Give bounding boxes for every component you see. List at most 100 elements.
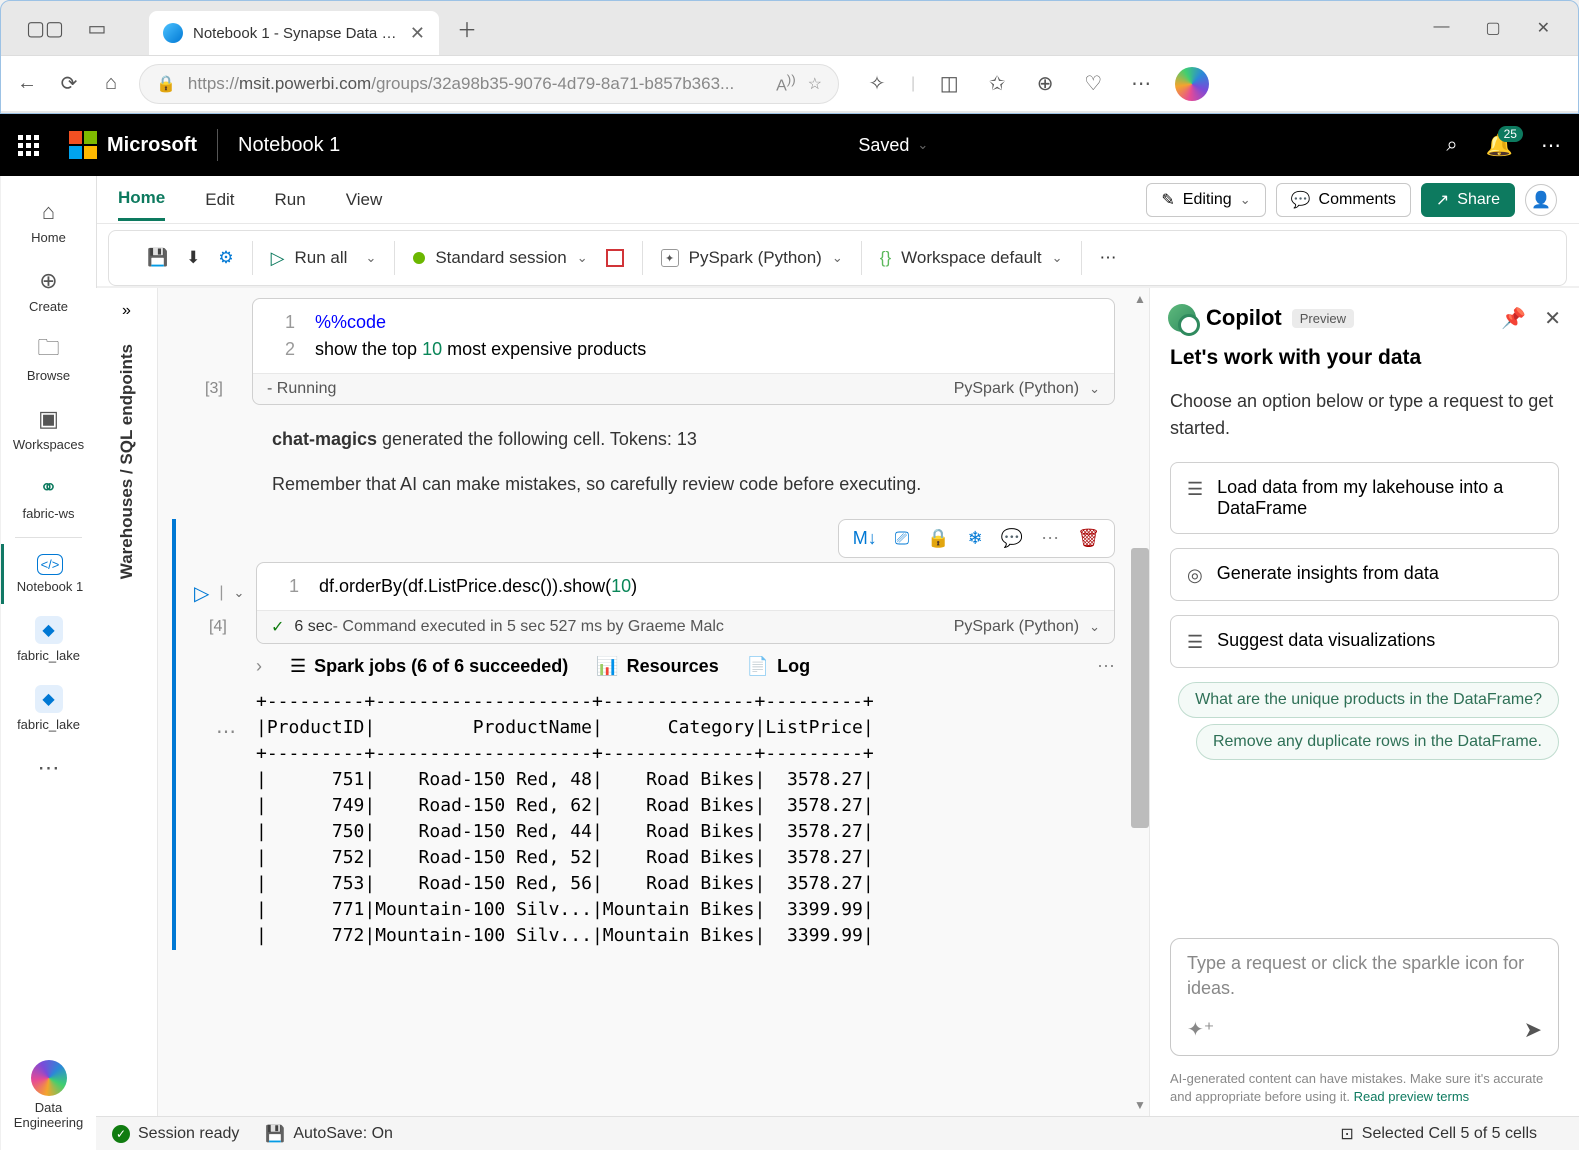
- rail-create[interactable]: ⊕Create: [1, 257, 96, 324]
- collections-icon[interactable]: ⊕: [1031, 70, 1059, 98]
- favorites-icon[interactable]: ✩: [983, 70, 1011, 98]
- rail-workspaces[interactable]: ▣Workspaces: [1, 395, 96, 462]
- persona-icon[interactable]: 👤: [1525, 184, 1557, 216]
- window-close-icon[interactable]: ✕: [1537, 18, 1550, 38]
- resources-tab[interactable]: 📊Resources: [596, 656, 718, 677]
- rail-more[interactable]: ⋯: [1, 744, 96, 792]
- cell-language-selector-2[interactable]: PySpark (Python)⌄: [954, 618, 1100, 636]
- address-bar[interactable]: 🔒 https://msit.powerbi.com/groups/32a98b…: [139, 64, 839, 104]
- language-dropdown[interactable]: ✦PySpark (Python)⌄: [661, 248, 843, 268]
- notifications-icon[interactable]: 🔔 25: [1486, 132, 1513, 158]
- tab-view[interactable]: View: [346, 180, 383, 220]
- send-icon[interactable]: ➤: [1524, 1017, 1542, 1043]
- save-icon[interactable]: 💾: [147, 248, 168, 268]
- close-panel-icon[interactable]: ✕: [1544, 306, 1561, 331]
- tab-edit[interactable]: Edit: [205, 180, 234, 220]
- side-panel-label: Warehouses / SQL endpoints: [117, 344, 137, 579]
- sparkle-icon[interactable]: ✦⁺: [1187, 1017, 1214, 1042]
- rail-browse[interactable]: 🗀Browse: [1, 326, 96, 393]
- toolbar-more-icon[interactable]: ⋯: [1100, 248, 1117, 268]
- settings-icon[interactable]: ⚙: [218, 248, 233, 268]
- editing-button[interactable]: ✎Editing⌄: [1146, 183, 1265, 217]
- url-text: https://msit.powerbi.com/groups/32a98b35…: [188, 74, 764, 94]
- workspaces-icon[interactable]: ▢▢: [31, 14, 59, 42]
- cell-language-selector[interactable]: PySpark (Python)⌄: [954, 380, 1100, 398]
- preview-terms-link[interactable]: Read preview terms: [1354, 1089, 1470, 1104]
- tab-home[interactable]: Home: [118, 178, 165, 221]
- delete-icon[interactable]: 🗑: [1077, 528, 1100, 549]
- run-all-chevron-icon[interactable]: ⌄: [365, 250, 376, 266]
- tab-overview-icon[interactable]: ▭: [83, 14, 111, 42]
- run-all-button[interactable]: ▷Run all: [271, 248, 348, 269]
- option-load-data[interactable]: ☰Load data from my lakehouse into a Data…: [1170, 462, 1559, 534]
- close-icon[interactable]: ✕: [410, 23, 425, 44]
- code-cell-2[interactable]: M↓ ⎚ 🔒 ❄ 💬 ⋯ 🗑 ▷ | ⌄ 1df.orderBy(df.List…: [172, 519, 1115, 950]
- run-menu-chevron-icon[interactable]: ⌄: [234, 585, 245, 601]
- option-suggest-viz[interactable]: ☰Suggest data visualizations: [1170, 615, 1559, 668]
- copilot-browser-icon[interactable]: [1175, 67, 1209, 101]
- side-panel-collapsed[interactable]: » Warehouses / SQL endpoints: [96, 288, 158, 1116]
- freeze-icon[interactable]: ❄: [968, 528, 983, 549]
- lock-icon: 🔒: [156, 74, 176, 94]
- rail-fabric-lake-1[interactable]: ◆fabric_lake: [1, 606, 96, 673]
- comment-icon[interactable]: 💬: [1001, 528, 1023, 549]
- rail-data-engineering[interactable]: Data Engineering: [1, 1050, 96, 1150]
- markdown-icon[interactable]: M↓: [853, 528, 877, 549]
- microsoft-logo-icon: [69, 131, 97, 159]
- copilot-input[interactable]: Type a request or click the sparkle icon…: [1170, 938, 1559, 1056]
- run-cell-button[interactable]: ▷: [194, 581, 209, 606]
- rail-home[interactable]: ⌂Home: [1, 188, 96, 255]
- rail-notebook1[interactable]: </>Notebook 1: [1, 544, 96, 604]
- split-icon[interactable]: ◫: [935, 70, 963, 98]
- clear-output-icon[interactable]: ⎚: [895, 528, 909, 549]
- maximize-icon[interactable]: ▢: [1485, 18, 1500, 38]
- cell-more-icon[interactable]: ⋯: [1041, 528, 1059, 549]
- comments-button[interactable]: 💬Comments: [1276, 183, 1411, 217]
- expand-icon[interactable]: »: [122, 302, 131, 320]
- brand-text: Microsoft: [107, 134, 197, 157]
- log-tab[interactable]: 📄Log: [747, 656, 810, 677]
- refresh-button[interactable]: ⟳: [55, 70, 83, 98]
- rail-fabric-ws[interactable]: ⚭fabric-ws: [1, 464, 96, 531]
- cell-index: [3]: [205, 380, 223, 398]
- favorite-icon[interactable]: ☆: [808, 74, 822, 94]
- share-button[interactable]: ↗Share: [1421, 183, 1515, 217]
- lock-icon[interactable]: 🔒: [927, 528, 949, 549]
- extensions-icon[interactable]: ✧: [863, 70, 891, 98]
- save-status[interactable]: Saved⌄: [858, 135, 928, 156]
- scrollbar-thumb[interactable]: [1131, 548, 1149, 828]
- environment-dropdown[interactable]: {}Workspace default⌄: [880, 248, 1063, 268]
- more-icon[interactable]: ⋯: [1127, 70, 1155, 98]
- pin-icon[interactable]: 📌: [1501, 306, 1526, 331]
- new-tab-button[interactable]: ＋: [457, 14, 477, 43]
- minimize-icon[interactable]: —: [1433, 18, 1449, 38]
- tab-run[interactable]: Run: [275, 180, 306, 220]
- code-cell-1[interactable]: 1%%code 2show the top 10 most expensive …: [252, 298, 1115, 405]
- browser-tab[interactable]: Notebook 1 - Synapse Data Engi… ✕: [149, 11, 439, 55]
- reader-icon[interactable]: A)): [776, 72, 796, 95]
- rail-fabric-lake-2[interactable]: ◆fabric_lake: [1, 675, 96, 742]
- expand-output-icon[interactable]: ›: [256, 656, 262, 677]
- app-launcher-icon[interactable]: [18, 135, 39, 156]
- search-icon[interactable]: ⌕: [1446, 134, 1457, 157]
- scroll-down-icon[interactable]: ▼: [1131, 1096, 1149, 1114]
- option-generate-insights[interactable]: ◎Generate insights from data: [1170, 548, 1559, 601]
- table-output: +---------+--------------------+--------…: [256, 689, 1115, 950]
- suggestion-chip-1[interactable]: What are the unique products in the Data…: [1178, 682, 1559, 718]
- spark-jobs-tab[interactable]: ☰Spark jobs (6 of 6 succeeded): [290, 656, 568, 677]
- performance-icon[interactable]: ♡: [1079, 70, 1107, 98]
- back-button[interactable]: ←: [13, 70, 41, 98]
- session-dropdown[interactable]: Standard session⌄: [413, 248, 587, 268]
- scroll-up-icon[interactable]: ▲: [1131, 290, 1149, 308]
- download-icon[interactable]: ⬇: [186, 248, 200, 268]
- more-options-icon[interactable]: ⋯: [1541, 133, 1561, 158]
- notebook-area: ▲ ▼ 1%%code 2show the top 10 most expens…: [158, 288, 1149, 1116]
- cell-drag-icon[interactable]: ⋯: [216, 719, 236, 744]
- notebook-title[interactable]: Notebook 1: [238, 134, 340, 157]
- suggestion-chip-2[interactable]: Remove any duplicate rows in the DataFra…: [1196, 724, 1559, 760]
- autosave-status[interactable]: 💾AutoSave: On: [265, 1124, 393, 1144]
- stop-button[interactable]: [606, 249, 624, 267]
- home-button[interactable]: ⌂: [97, 70, 125, 98]
- output-more-icon[interactable]: ⋯: [1097, 656, 1115, 677]
- session-status[interactable]: ✓Session ready: [112, 1125, 239, 1143]
